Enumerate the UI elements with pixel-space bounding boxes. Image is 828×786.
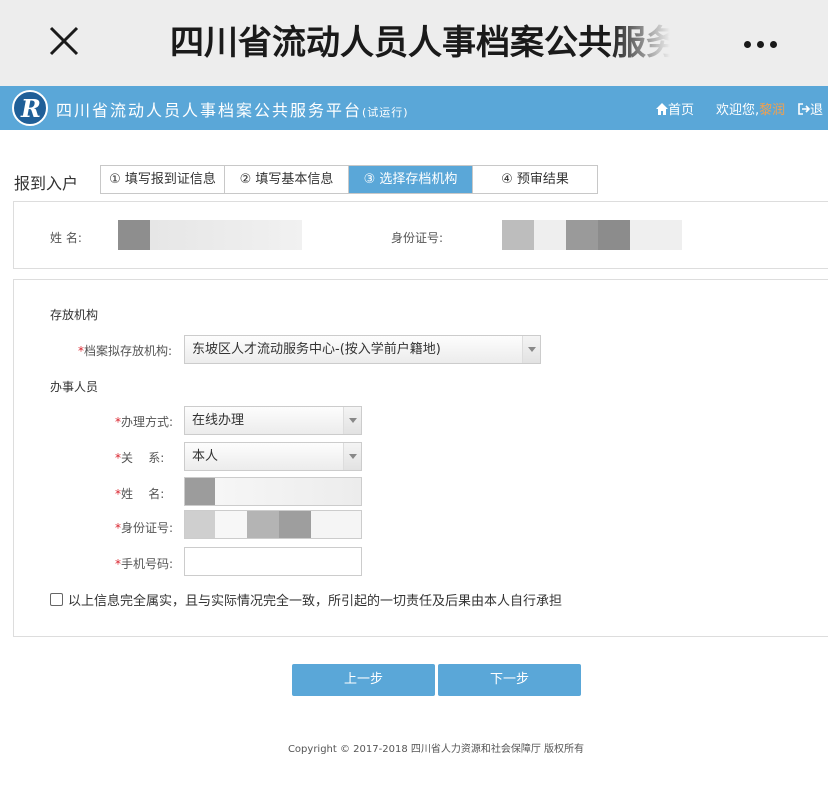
logout-link[interactable]: 退: [798, 99, 823, 118]
chevron-down-icon: [343, 443, 361, 470]
wechat-bar: 四川省流动人员人事档案公共服务: [0, 0, 828, 86]
user-name: 黎润: [759, 103, 786, 118]
handler-id-label: *身份证号:: [115, 521, 174, 535]
agreement-checkbox[interactable]: [50, 593, 63, 606]
home-icon: [656, 103, 668, 115]
more-icon[interactable]: [744, 33, 784, 49]
phone-input[interactable]: [184, 547, 362, 576]
logout-icon: [798, 103, 811, 115]
redacted-id: [502, 220, 682, 250]
org-select[interactable]: 东坡区人才流动服务中心-(按入学前户籍地): [184, 335, 541, 364]
handler-id-input[interactable]: [184, 510, 362, 539]
steps-label: 报到入户: [14, 174, 79, 193]
redacted-name: [118, 220, 302, 250]
chevron-down-icon: [522, 336, 540, 363]
basic-name-label: 姓 名:: [50, 231, 82, 245]
wechat-page-title: 四川省流动人员人事档案公共服务: [170, 23, 670, 63]
method-label: *办理方式:: [115, 415, 174, 429]
basic-id-label: 身份证号:: [391, 231, 444, 245]
site-logo: R: [12, 90, 48, 126]
relation-select-value: 本人: [192, 449, 219, 464]
org-label: *档案拟存放机构:: [78, 344, 173, 358]
method-select[interactable]: 在线办理: [184, 406, 362, 435]
chevron-down-icon: [343, 407, 361, 434]
close-icon[interactable]: [46, 23, 82, 59]
agreement-text: 以上信息完全属实，且与实际情况完全一致，所引起的一切责任及后果由本人自行承担: [68, 594, 563, 609]
org-select-value: 东坡区人才流动服务中心-(按入学前户籍地): [192, 342, 441, 357]
home-link[interactable]: 首页: [656, 99, 694, 118]
handler-name-label: *姓 名:: [115, 487, 165, 501]
handler-name-input[interactable]: [184, 477, 362, 506]
step-2-tab[interactable]: ② 填写基本信息: [225, 166, 349, 193]
relation-label: *关 系:: [115, 451, 165, 465]
agreement-row[interactable]: 以上信息完全属实，且与实际情况完全一致，所引起的一切责任及后果由本人自行承担: [50, 590, 562, 609]
redacted-handler-id: [185, 511, 361, 538]
method-select-value: 在线办理: [192, 413, 245, 428]
phone-label: *手机号码:: [115, 557, 174, 571]
redacted-handler-name: [185, 478, 361, 505]
step-4-tab[interactable]: ④ 预审结果: [473, 166, 597, 193]
step-1-tab[interactable]: ① 填写报到证信息: [101, 166, 225, 193]
storage-section-title: 存放机构: [50, 308, 99, 322]
footer-copyright: Copyright © 2017-2018 四川省人力资源和社会保障厅 版权所有: [287, 744, 585, 755]
site-badge: (试运行): [362, 106, 409, 119]
site-name: 四川省流动人员人事档案公共服务平台(试运行): [56, 101, 409, 120]
prev-button[interactable]: 上一步: [292, 664, 435, 696]
next-button[interactable]: 下一步: [438, 664, 581, 696]
handler-section-title: 办事人员: [50, 380, 99, 394]
relation-select[interactable]: 本人: [184, 442, 362, 471]
welcome-text: 欢迎您,黎润: [716, 103, 786, 118]
site-header: R 四川省流动人员人事档案公共服务平台(试运行) 首页 欢迎您,黎润 退: [0, 86, 828, 130]
step-tabs: ① 填写报到证信息 ② 填写基本信息 ③ 选择存档机构 ④ 预审结果: [100, 165, 598, 194]
step-3-tab[interactable]: ③ 选择存档机构: [349, 166, 473, 193]
